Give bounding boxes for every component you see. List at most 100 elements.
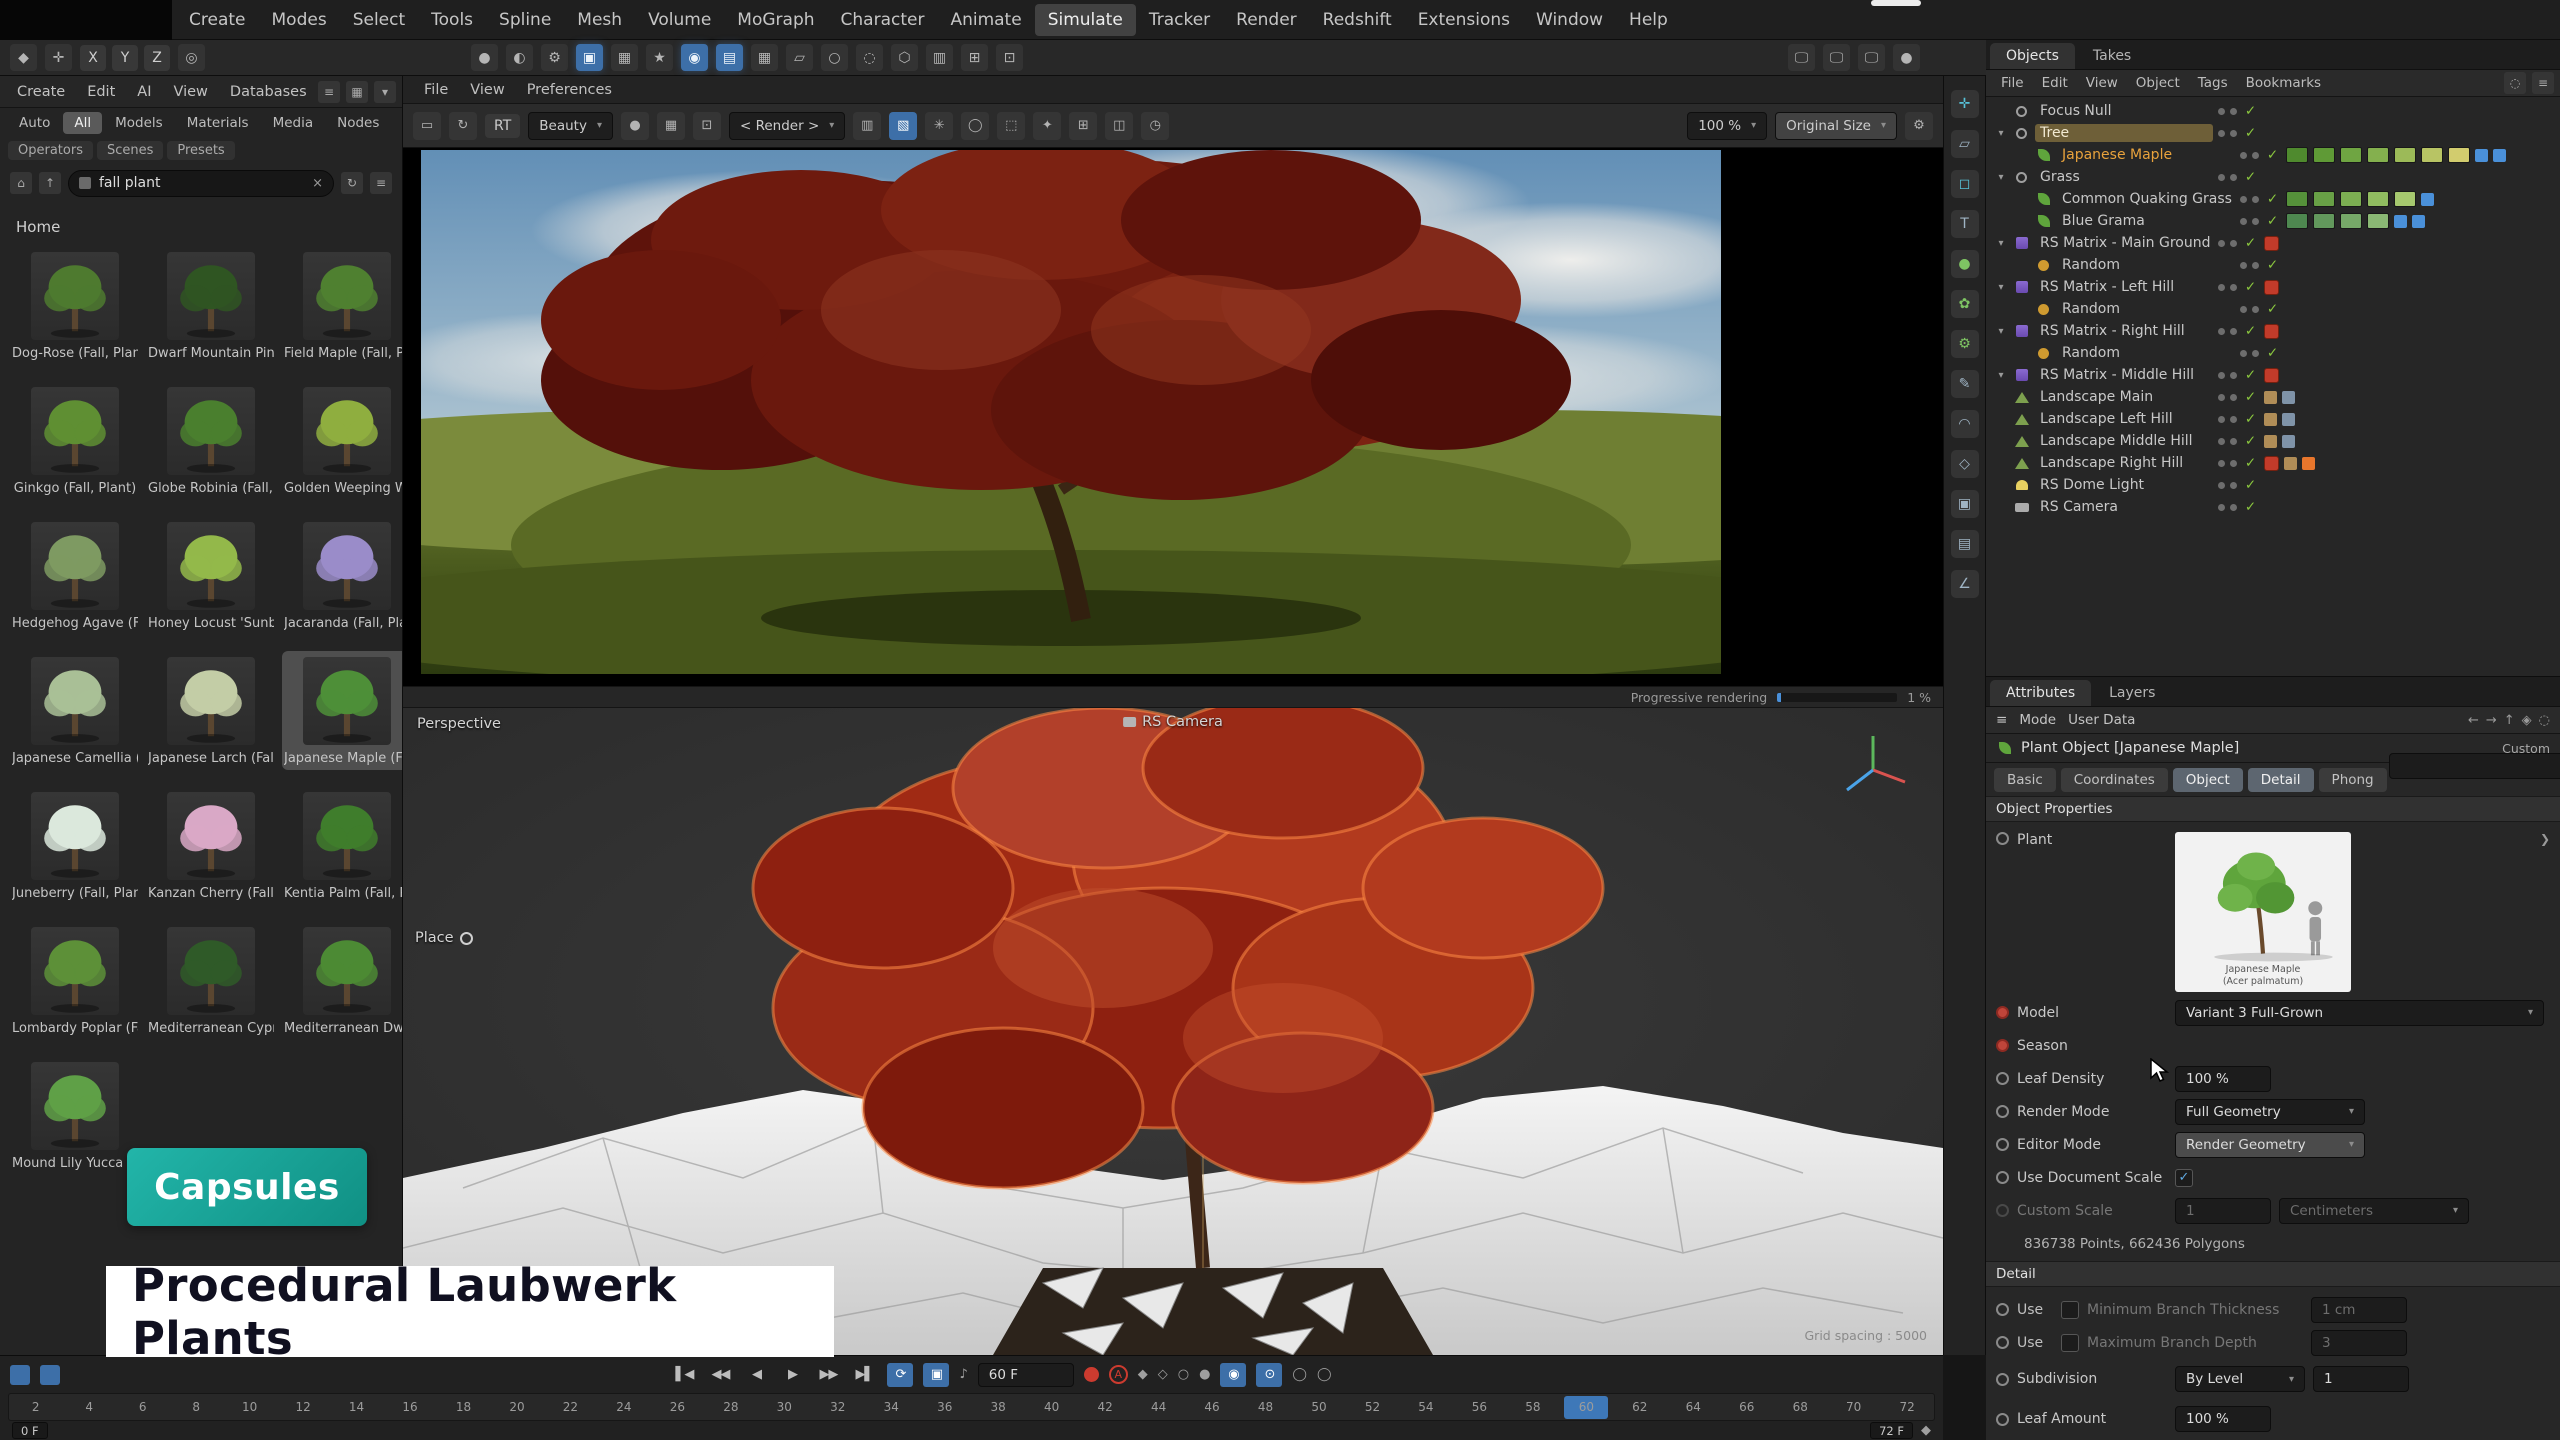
asset-item-dog-rose-fall-plant[interactable]: Dog-Rose (Fall, Plant) xyxy=(10,246,140,365)
object-row-landscape-right-hill[interactable]: Landscape Right Hill✓ xyxy=(1986,452,2560,474)
menu-spline[interactable]: Spline xyxy=(486,4,564,36)
keyframe-selection-icon[interactable] xyxy=(10,1365,30,1385)
sound-toggle-icon[interactable]: ♪ xyxy=(959,1367,967,1382)
asset-item-golden-weeping-willo[interactable]: Golden Weeping Willo... xyxy=(282,381,402,500)
object-row-tree[interactable]: ▾Tree✓ xyxy=(1986,122,2560,144)
search-icon[interactable]: ◌ xyxy=(2504,72,2526,94)
object-row-random[interactable]: Random✓ xyxy=(1986,254,2560,276)
circle-tool-icon[interactable]: ◯ xyxy=(961,112,989,140)
menu-tracker[interactable]: Tracker xyxy=(1136,4,1223,36)
keyframe-dot[interactable] xyxy=(1996,1336,2009,1349)
render-visibility-dot[interactable] xyxy=(2230,284,2237,291)
frame-tick-56[interactable]: 56 xyxy=(1453,1394,1506,1420)
subdivision-mode-select[interactable]: By Level▾ xyxy=(2175,1366,2305,1392)
restart-render-icon[interactable]: ↻ xyxy=(449,112,477,140)
isoline-editing-icon[interactable]: ▥ xyxy=(926,44,953,71)
camera-label[interactable]: RS Camera xyxy=(1123,714,1223,730)
filter-media[interactable]: Media xyxy=(262,112,325,134)
render-visibility-dot[interactable] xyxy=(2230,416,2237,423)
simulation-scene-icon[interactable]: ▣ xyxy=(576,44,603,71)
search-field[interactable]: × xyxy=(68,170,334,197)
view-list-icon[interactable]: ≡ xyxy=(318,81,340,103)
aov-dot-icon[interactable]: ● xyxy=(621,112,649,140)
editor-visibility-dot[interactable] xyxy=(2218,284,2225,291)
goto-start-button[interactable]: ▌◀ xyxy=(671,1363,697,1387)
asset-item-japanese-maple-fall[interactable]: Japanese Maple (Fall, ... xyxy=(282,651,402,770)
editor-visibility-dot[interactable] xyxy=(2240,152,2247,159)
plant-preview[interactable]: Japanese Maple (Acer palmatum) xyxy=(2175,832,2351,992)
goto-end-button[interactable]: ▶▌ xyxy=(851,1363,877,1387)
render-view-icon[interactable]: ● xyxy=(471,44,498,71)
search-icon[interactable]: ◌ xyxy=(2539,713,2550,728)
object-row-landscape-middle-hill[interactable]: Landscape Middle Hill✓ xyxy=(1986,430,2560,452)
menu-render[interactable]: Render xyxy=(1223,4,1310,36)
refresh-icon[interactable]: ↻ xyxy=(341,172,363,194)
next-frame-button[interactable]: ▶▶ xyxy=(815,1363,841,1387)
sphere-icon[interactable]: ● xyxy=(1951,250,1979,278)
object-row-random[interactable]: Random✓ xyxy=(1986,298,2560,320)
asset-item-japanese-larch-fall[interactable]: Japanese Larch (Fall, ... xyxy=(146,651,276,770)
assetbrowser-menu-databases[interactable]: Databases xyxy=(219,84,318,100)
browser-menu-icon[interactable]: ≡ xyxy=(370,172,392,194)
film-icon[interactable]: ▤ xyxy=(1951,530,1979,558)
tab-objects[interactable]: Objects xyxy=(1990,43,2075,69)
play-mode-toggle[interactable]: ▣ xyxy=(923,1363,949,1387)
keyframe-dot[interactable] xyxy=(1996,1138,2009,1151)
keyframe-parameter-icon[interactable]: ● xyxy=(1199,1367,1210,1382)
keyframe-dot[interactable] xyxy=(1996,1303,2009,1316)
render-visibility-dot[interactable] xyxy=(2230,460,2237,467)
attributes-tab-attributes[interactable]: Attributes xyxy=(1990,680,2091,706)
prev-frame-button[interactable]: ◀ xyxy=(743,1363,769,1387)
gear-icon[interactable]: ⚙ xyxy=(1951,330,1979,358)
assetbrowser-menu-ai[interactable]: AI xyxy=(126,84,162,100)
menu-mograph[interactable]: MoGraph xyxy=(724,4,827,36)
lock-icon[interactable]: ◈ xyxy=(2522,713,2532,728)
object-row-rs-dome-light[interactable]: RS Dome Light✓ xyxy=(1986,474,2560,496)
frame-tick-44[interactable]: 44 xyxy=(1132,1394,1185,1420)
menu-extensions[interactable]: Extensions xyxy=(1405,4,1523,36)
menu-mesh[interactable]: Mesh xyxy=(564,4,635,36)
perspective-label[interactable]: Perspective xyxy=(417,716,501,732)
object-row-common-quaking-grass[interactable]: Common Quaking Grass✓ xyxy=(1986,188,2560,210)
enabled-check[interactable]: ✓ xyxy=(2242,389,2259,405)
frame-tick-68[interactable]: 68 xyxy=(1773,1394,1826,1420)
leaf-density-field[interactable]: 100 % xyxy=(2175,1066,2271,1092)
keyframe-dot[interactable] xyxy=(1996,1105,2009,1118)
editor-visibility-dot[interactable] xyxy=(2218,416,2225,423)
asset-item-mound-lily-yucca-fall[interactable]: Mound Lily Yucca (Fall... xyxy=(10,1056,140,1175)
keyframe-rotation-icon[interactable]: ○ xyxy=(1178,1367,1189,1382)
leaf-amount-field[interactable]: 100 % xyxy=(2175,1406,2271,1432)
tag-icon[interactable] xyxy=(2421,193,2434,206)
forward-arrow-icon[interactable]: → xyxy=(2486,713,2497,728)
snap-key-toggle[interactable]: ◉ xyxy=(1220,1363,1246,1387)
deformer-icon[interactable]: ◇ xyxy=(1951,450,1979,478)
filter-materials[interactable]: Materials xyxy=(176,112,260,134)
frame-ruler[interactable]: 2468101214161820222426283032343638404244… xyxy=(8,1393,1935,1421)
frame-tick-48[interactable]: 48 xyxy=(1239,1394,1292,1420)
plane-icon[interactable]: ▱ xyxy=(1951,130,1979,158)
star-icon[interactable]: ✳ xyxy=(925,112,953,140)
snap-toggle-icon[interactable]: ◉ xyxy=(681,44,708,71)
frame-tick-10[interactable]: 10 xyxy=(223,1394,276,1420)
tag-icon[interactable] xyxy=(2302,457,2315,470)
render-visibility-dot[interactable] xyxy=(2230,130,2237,137)
objects-menu-edit[interactable]: Edit xyxy=(2033,75,2077,91)
tag-icon[interactable] xyxy=(2475,149,2488,162)
asset-item-jacaranda-fall-plant[interactable]: Jacaranda (Fall, Plant) xyxy=(282,516,402,635)
search-input[interactable] xyxy=(99,175,304,191)
enabled-check[interactable]: ✓ xyxy=(2264,147,2281,163)
object-row-blue-grama[interactable]: Blue Grama✓ xyxy=(1986,210,2560,232)
frame-tick-18[interactable]: 18 xyxy=(437,1394,490,1420)
object-row-landscape-main[interactable]: Landscape Main✓ xyxy=(1986,386,2560,408)
render-viewport[interactable] xyxy=(403,148,1943,686)
layout-monitor-1-icon[interactable]: 🖵 xyxy=(1788,44,1815,71)
enabled-check[interactable]: ✓ xyxy=(2264,345,2281,361)
crop-icon[interactable]: ⊡ xyxy=(693,112,721,140)
keyframe-scale-icon[interactable]: ◇ xyxy=(1158,1367,1168,1382)
asset-item-hedgehog-agave-fall[interactable]: Hedgehog Agave (Fall... xyxy=(10,516,140,635)
object-row-rs-camera[interactable]: RS Camera✓ xyxy=(1986,496,2560,518)
enabled-check[interactable]: ✓ xyxy=(2242,103,2259,119)
range-key-icon[interactable]: ◆ xyxy=(1921,1423,1931,1438)
render-visibility-dot[interactable] xyxy=(2230,372,2237,379)
editor-mode-select[interactable]: Render Geometry▾ xyxy=(2175,1132,2365,1158)
